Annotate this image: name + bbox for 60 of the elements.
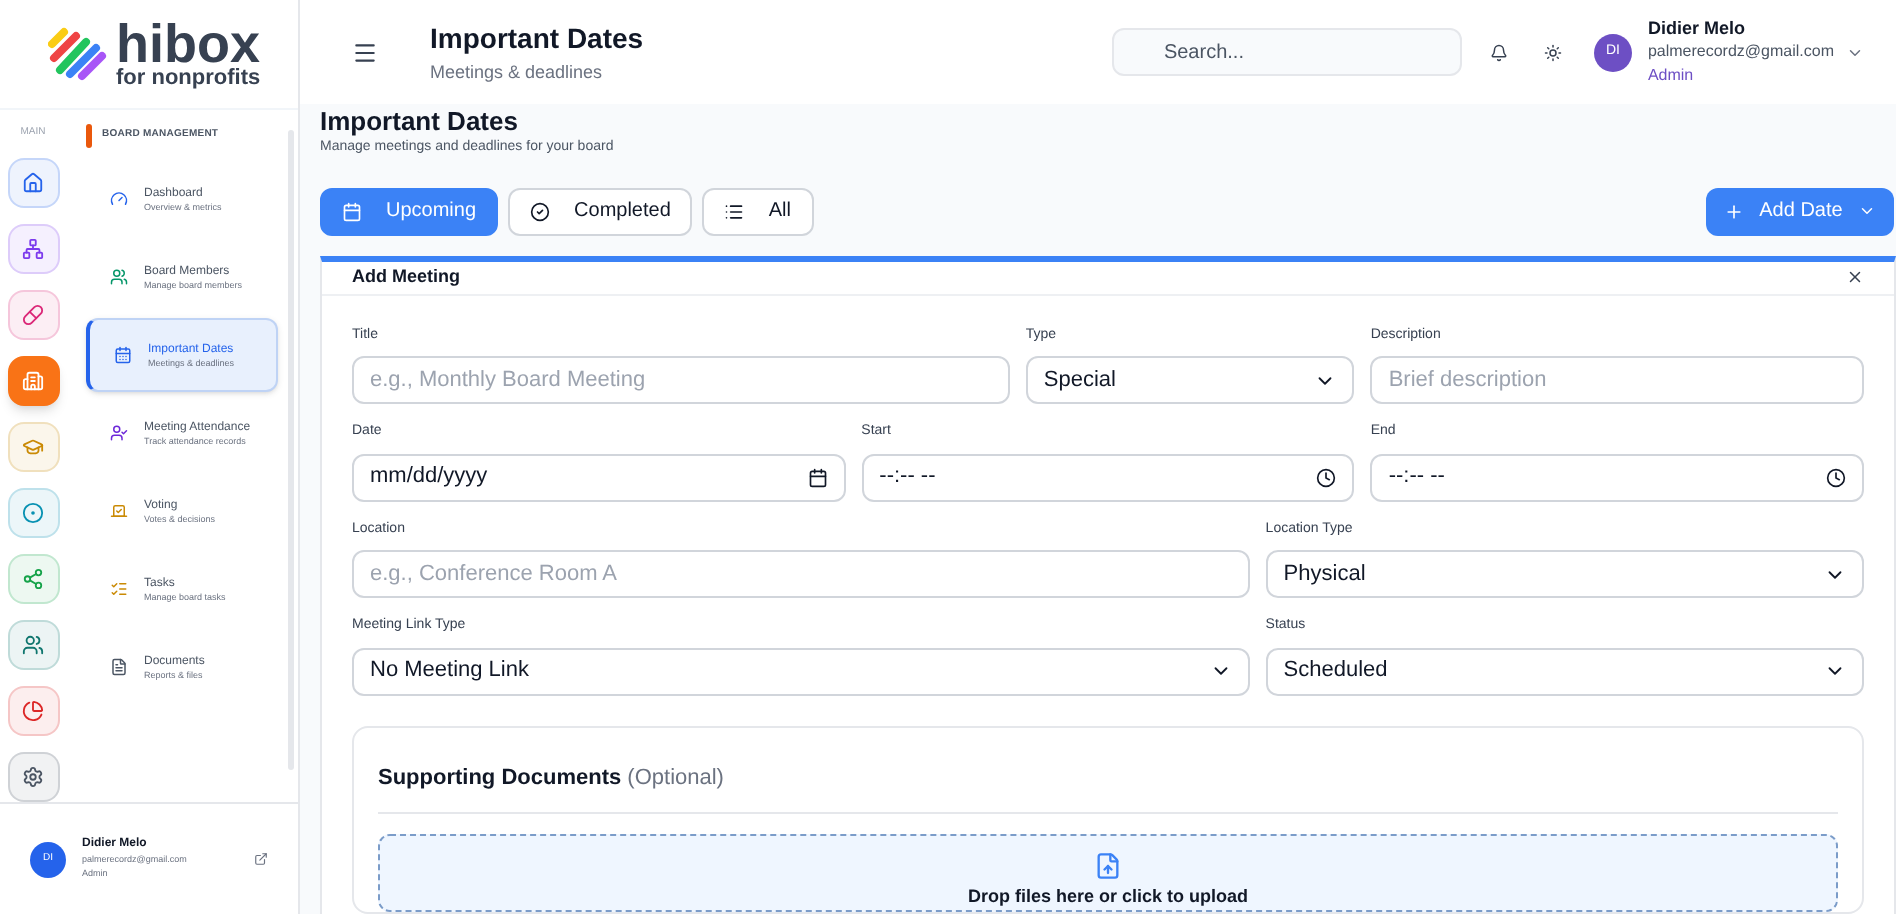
text-input[interactable]: e.g., Conference Room A — [352, 550, 1250, 598]
select-field[interactable]: Scheduled — [1265, 647, 1864, 695]
tab-icon — [530, 201, 551, 221]
rail-icon — [22, 699, 44, 722]
select-field[interactable]: Physical — [1265, 550, 1864, 598]
external-link-icon[interactable] — [254, 852, 268, 866]
drop-text: Drop files here or click to upload — [967, 883, 1249, 910]
nav-icon — [110, 502, 128, 520]
page-title: Important Dates — [320, 106, 520, 138]
date-input[interactable]: mm/dd/yyyy — [352, 453, 846, 501]
text-input[interactable]: Brief description — [1370, 356, 1864, 404]
header-subtitle: Meetings & deadlines — [430, 59, 605, 86]
nav-icon — [110, 424, 128, 442]
rail-icon — [22, 303, 44, 326]
logo-icon — [48, 26, 108, 82]
rail-icon — [22, 435, 44, 458]
search-field[interactable]: Search... — [1111, 28, 1462, 76]
theme-icon[interactable] — [1543, 43, 1562, 61]
user-email: palmerecordz@gmail.com — [1647, 40, 1834, 64]
calendar-icon — [807, 467, 828, 487]
filter-tab[interactable]: All — [702, 187, 814, 235]
plus-icon — [1723, 201, 1744, 221]
nav-icon — [110, 658, 128, 676]
brand-tagline: for nonprofits — [116, 67, 261, 89]
rail-icon — [22, 501, 44, 524]
documents-title: Supporting Documents (Optional) — [378, 765, 724, 789]
add-date-button[interactable]: Add Date — [1706, 187, 1894, 235]
notification-icon[interactable] — [1489, 43, 1508, 61]
menu-icon[interactable] — [352, 39, 378, 65]
close-icon[interactable] — [1846, 268, 1864, 286]
tab-icon — [342, 201, 362, 221]
panel-title: Add Meeting — [352, 263, 460, 290]
rail-icon — [22, 237, 44, 260]
time-input[interactable]: --:-- -- — [1370, 453, 1865, 501]
section-marker — [86, 124, 92, 148]
brand-name: hibox — [116, 19, 261, 67]
select-field[interactable]: Special — [1025, 356, 1355, 404]
filter-tab[interactable]: Completed — [508, 187, 693, 235]
clock-icon — [1316, 467, 1337, 487]
rail-icon — [22, 765, 44, 788]
select-field[interactable]: No Meeting Link — [352, 647, 1250, 695]
rail-icon — [22, 567, 44, 590]
user-name: Didier Melo — [1647, 16, 1747, 40]
time-input[interactable]: --:-- -- — [861, 453, 1355, 501]
rail-icon — [22, 633, 44, 656]
header-title: Important Dates — [430, 19, 644, 58]
drop-zone[interactable]: Drop files here or click to upload — [378, 833, 1838, 912]
nav-icon — [110, 268, 128, 286]
user-role: Admin — [1647, 64, 1696, 88]
filter-tab[interactable]: Upcoming — [320, 187, 499, 235]
rail-icon — [22, 369, 44, 392]
rail-icon — [22, 171, 44, 194]
nav-icon — [114, 346, 132, 364]
text-input[interactable]: e.g., Monthly Board Meeting — [352, 356, 1010, 404]
nav-icon — [110, 580, 128, 598]
clock-icon — [1826, 467, 1847, 487]
tab-icon — [724, 201, 745, 221]
file-upload-icon — [1094, 851, 1122, 879]
nav-icon — [110, 190, 128, 208]
chevron-icon — [1858, 202, 1877, 220]
